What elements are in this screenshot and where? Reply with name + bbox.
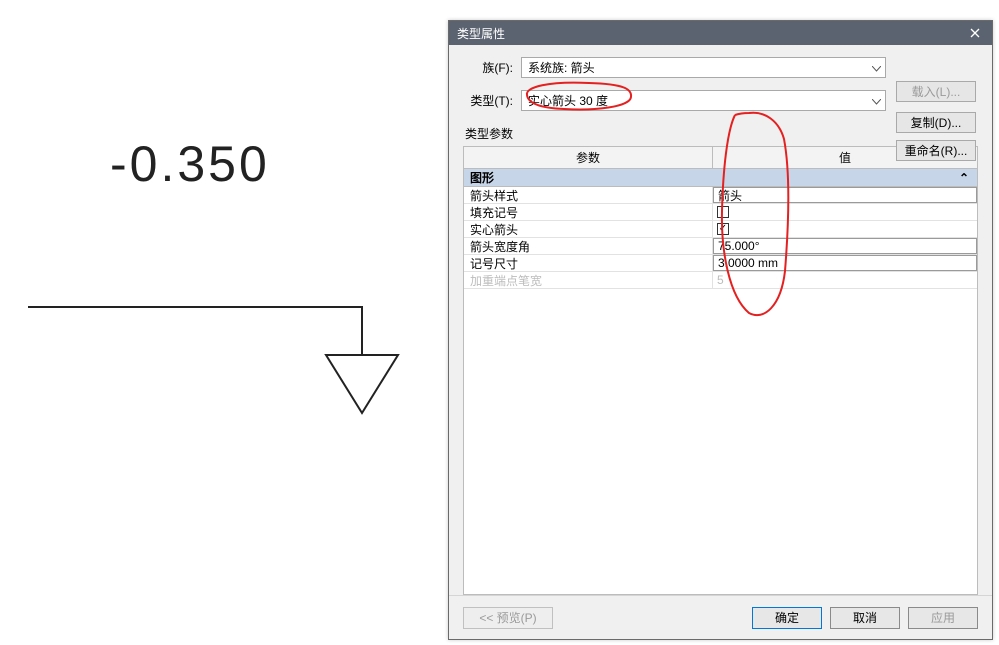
param-cell: 箭头宽度角 (464, 238, 713, 254)
value-cell[interactable] (713, 204, 977, 220)
measurement-text: -0.350 (110, 135, 270, 193)
ok-button[interactable]: 确定 (752, 607, 822, 629)
family-row: 族(F): 系统族: 箭头 (463, 57, 886, 78)
cancel-button[interactable]: 取消 (830, 607, 900, 629)
close-icon (970, 28, 980, 38)
table-row: 箭头样式箭头 (464, 187, 977, 204)
table-row: 加重端点笔宽5 (464, 272, 977, 289)
table-row: 填充记号 (464, 204, 977, 221)
value-cell: 5 (713, 272, 977, 288)
drawing-canvas: -0.350 (0, 0, 445, 645)
titlebar[interactable]: 类型属性 (449, 21, 992, 45)
group-row-graphics[interactable]: 图形 ⌃ (464, 169, 977, 187)
param-cell: 实心箭头 (464, 221, 713, 237)
dialog-body: 族(F): 系统族: 箭头 类型(T): 实心箭头 30 度 载入(L)... … (449, 45, 992, 595)
rename-button[interactable]: 重命名(R)... (896, 140, 976, 161)
value-cell[interactable]: 箭头 (713, 187, 977, 203)
load-button[interactable]: 载入(L)... (896, 81, 976, 102)
type-row: 类型(T): 实心箭头 30 度 (463, 90, 886, 111)
collapse-icon: ⌃ (959, 171, 969, 185)
header-param: 参数 (464, 147, 713, 168)
side-buttons: 载入(L)... 复制(D)... 重命名(R)... (896, 85, 976, 161)
type-properties-dialog: 类型属性 族(F): 系统族: 箭头 类型(T): 实心箭头 30 度 (448, 20, 993, 640)
type-label: 类型(T): (463, 92, 513, 109)
chevron-down-icon (872, 94, 881, 108)
family-value: 系统族: 箭头 (528, 59, 595, 76)
param-cell: 记号尺寸 (464, 255, 713, 271)
group-label: 图形 (470, 169, 494, 186)
param-cell: 填充记号 (464, 204, 713, 220)
param-cell: 箭头样式 (464, 187, 713, 203)
value-cell[interactable] (713, 221, 977, 237)
dialog-footer: << 预览(P) 确定 取消 应用 (449, 595, 992, 639)
close-button[interactable] (964, 24, 986, 42)
family-combo[interactable]: 系统族: 箭头 (521, 57, 886, 78)
table-row: 实心箭头 (464, 221, 977, 238)
type-combo[interactable]: 实心箭头 30 度 (521, 90, 886, 111)
value-cell[interactable]: 75.000° (713, 238, 977, 254)
type-value: 实心箭头 30 度 (528, 92, 608, 109)
apply-button[interactable]: 应用 (908, 607, 978, 629)
titlebar-title: 类型属性 (457, 25, 964, 42)
table-row: 记号尺寸3.0000 mm (464, 255, 977, 272)
preview-button[interactable]: << 预览(P) (463, 607, 553, 629)
checkbox[interactable] (717, 223, 729, 235)
param-cell: 加重端点笔宽 (464, 272, 713, 288)
family-label: 族(F): (463, 59, 513, 76)
params-table: 参数 值 图形 ⌃ 箭头样式箭头填充记号实心箭头箭头宽度角75.000°记号尺寸… (463, 146, 978, 595)
arrow-glyph-drawing (28, 295, 408, 465)
chevron-down-icon (872, 61, 881, 75)
duplicate-button[interactable]: 复制(D)... (896, 112, 976, 133)
table-row: 箭头宽度角75.000° (464, 238, 977, 255)
checkbox[interactable] (717, 206, 729, 218)
value-cell[interactable]: 3.0000 mm (713, 255, 977, 271)
